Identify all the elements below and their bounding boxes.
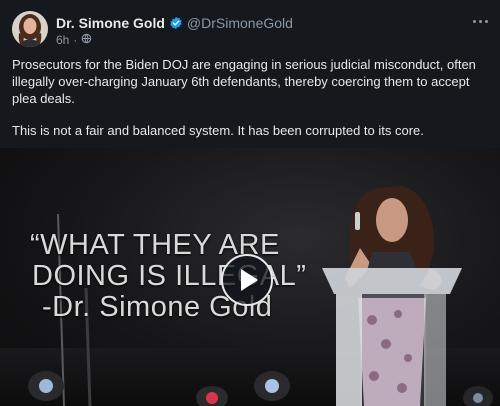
meta-separator: · — [73, 33, 78, 47]
quote-line: DOING IS ILLEGAL” — [32, 260, 307, 292]
quote-attribution: -Dr. Simone Gold — [42, 291, 273, 323]
avatar[interactable] — [12, 11, 48, 47]
play-button[interactable] — [221, 254, 273, 306]
author-row: Dr. Simone Gold @DrSimoneGold — [56, 14, 293, 32]
post-header: Dr. Simone Gold @DrSimoneGold 6h · — [0, 0, 500, 56]
play-icon — [241, 269, 258, 291]
avatar-photo — [12, 11, 48, 47]
quote-line: “WHAT THEY ARE — [30, 229, 280, 261]
post-card: Dr. Simone Gold @DrSimoneGold 6h · Prose… — [0, 0, 500, 406]
more-options-button[interactable] — [470, 14, 490, 28]
post-meta: 6h · — [56, 33, 92, 47]
more-dots-icon — [472, 19, 476, 23]
post-paragraph: Prosecutors for the Biden DOJ are engagi… — [12, 57, 476, 106]
video-quote-overlay: “WHAT THEY ARE DOING IS ILLEGAL” -Dr. Si… — [30, 230, 330, 323]
globe-icon — [81, 33, 92, 47]
post-paragraph: This is not a fair and balanced system. … — [12, 123, 424, 138]
post-time[interactable]: 6h — [56, 33, 69, 47]
author-handle[interactable]: @DrSimoneGold — [187, 15, 293, 31]
video-player[interactable]: “WHAT THEY ARE DOING IS ILLEGAL” -Dr. Si… — [0, 148, 500, 406]
author-name[interactable]: Dr. Simone Gold — [56, 15, 165, 31]
post-text: Prosecutors for the Biden DOJ are engagi… — [12, 56, 488, 154]
verified-badge-icon — [169, 16, 183, 30]
